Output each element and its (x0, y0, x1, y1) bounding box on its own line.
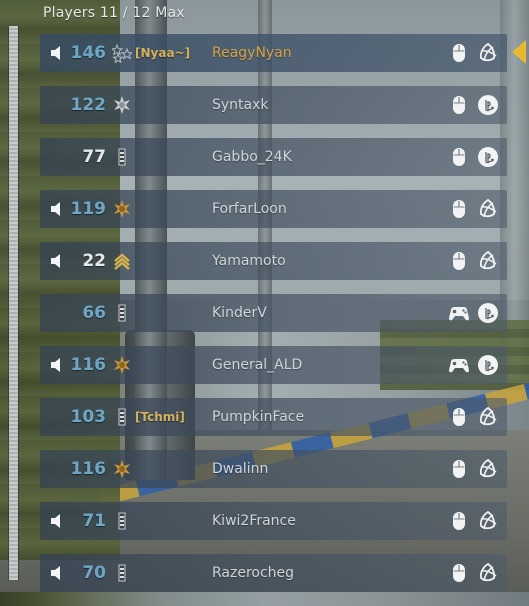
gold-star-rank-icon (114, 200, 130, 218)
player-list: 146 [Nyaa~] ReagyNyan 122 Syntaxk 77 Gabbo_24K… (40, 34, 507, 606)
player-row[interactable]: 71 Kiwi2France (40, 502, 507, 540)
player-level: 122 (70, 95, 107, 115)
player-row[interactable]: 22 Yamamoto (40, 242, 507, 280)
mouse-icon (453, 148, 465, 166)
player-row[interactable]: 66 KinderV (40, 294, 507, 332)
playstation-icon (478, 303, 498, 323)
player-name[interactable]: PumpkinFace (212, 407, 304, 427)
mouse-icon (453, 44, 465, 62)
player-row[interactable]: 70 Razerocheg (40, 554, 507, 592)
bar-rank-icon (118, 512, 126, 530)
player-name[interactable]: Gabbo_24K (212, 147, 292, 167)
battlenet-icon (479, 42, 497, 62)
player-level: 71 (82, 511, 106, 531)
player-row[interactable]: 122 Syntaxk (40, 86, 507, 124)
player-name[interactable]: Dwalinn (212, 459, 268, 479)
bar-rank-icon (118, 564, 126, 582)
battlenet-icon (479, 198, 497, 218)
battlenet-icon (479, 250, 497, 270)
player-name[interactable]: Kiwi2France (212, 511, 296, 531)
player-row[interactable]: 103 [Tchmi] PumpkinFace (40, 398, 507, 436)
battlenet-icon (479, 562, 497, 582)
player-name[interactable]: KinderV (212, 303, 267, 323)
chevron-rank-icon (114, 253, 130, 270)
playstation-icon (478, 355, 498, 375)
selection-marker-icon (512, 40, 526, 64)
battlenet-icon (479, 510, 497, 530)
player-row[interactable]: 116 Dwalinn (40, 450, 507, 488)
player-level: 70 (82, 563, 106, 583)
bar-rank-icon (118, 304, 126, 322)
clan-tag: [Nyaa~] (135, 46, 191, 60)
gold-star-rank-icon (114, 460, 130, 478)
player-level: 66 (82, 303, 106, 323)
mouse-icon (453, 512, 465, 530)
bar-rank-icon (118, 148, 126, 166)
player-level: 119 (70, 199, 107, 219)
battlenet-icon (479, 458, 497, 478)
playstation-icon (478, 95, 498, 115)
player-level: 146 (70, 43, 107, 63)
player-level: 103 (70, 407, 107, 427)
player-name[interactable]: Syntaxk (212, 95, 269, 115)
mouse-icon (453, 564, 465, 582)
player-level: 77 (82, 147, 106, 167)
scrollbar-thumb[interactable] (9, 26, 18, 580)
clan-tag: [Tchmi] (135, 410, 185, 424)
player-row[interactable]: 119 ForfarLoon (40, 190, 507, 228)
mouse-icon (453, 96, 465, 114)
mouse-icon (453, 408, 465, 426)
gold-star-rank-icon (114, 356, 130, 374)
playstation-icon (478, 147, 498, 167)
bar-rank-icon (118, 408, 126, 426)
gamepad-icon (449, 359, 469, 373)
player-name[interactable]: Yamamoto (212, 251, 286, 271)
player-row[interactable]: 77 Gabbo_24K (40, 138, 507, 176)
battlenet-icon (479, 406, 497, 426)
player-level: 22 (82, 251, 106, 271)
player-level: 116 (70, 459, 107, 479)
player-name[interactable]: General_ALD (212, 355, 302, 375)
player-row[interactable]: 146 [Nyaa~] ReagyNyan (40, 34, 507, 72)
scrollbar[interactable] (8, 26, 19, 580)
gamepad-icon (449, 307, 469, 321)
player-name[interactable]: ForfarLoon (212, 199, 287, 219)
players-count-header: Players 11 / 12 Max (43, 5, 185, 21)
star-burst-rank-icon (114, 96, 130, 114)
mouse-icon (453, 252, 465, 270)
player-row[interactable]: 116 General_ALD (40, 346, 507, 384)
mouse-icon (453, 200, 465, 218)
player-name[interactable]: Razerocheg (212, 563, 294, 583)
mouse-icon (453, 460, 465, 478)
stars-rank-icon (112, 43, 132, 63)
player-name[interactable]: ReagyNyan (212, 43, 292, 63)
player-level: 116 (70, 355, 107, 375)
